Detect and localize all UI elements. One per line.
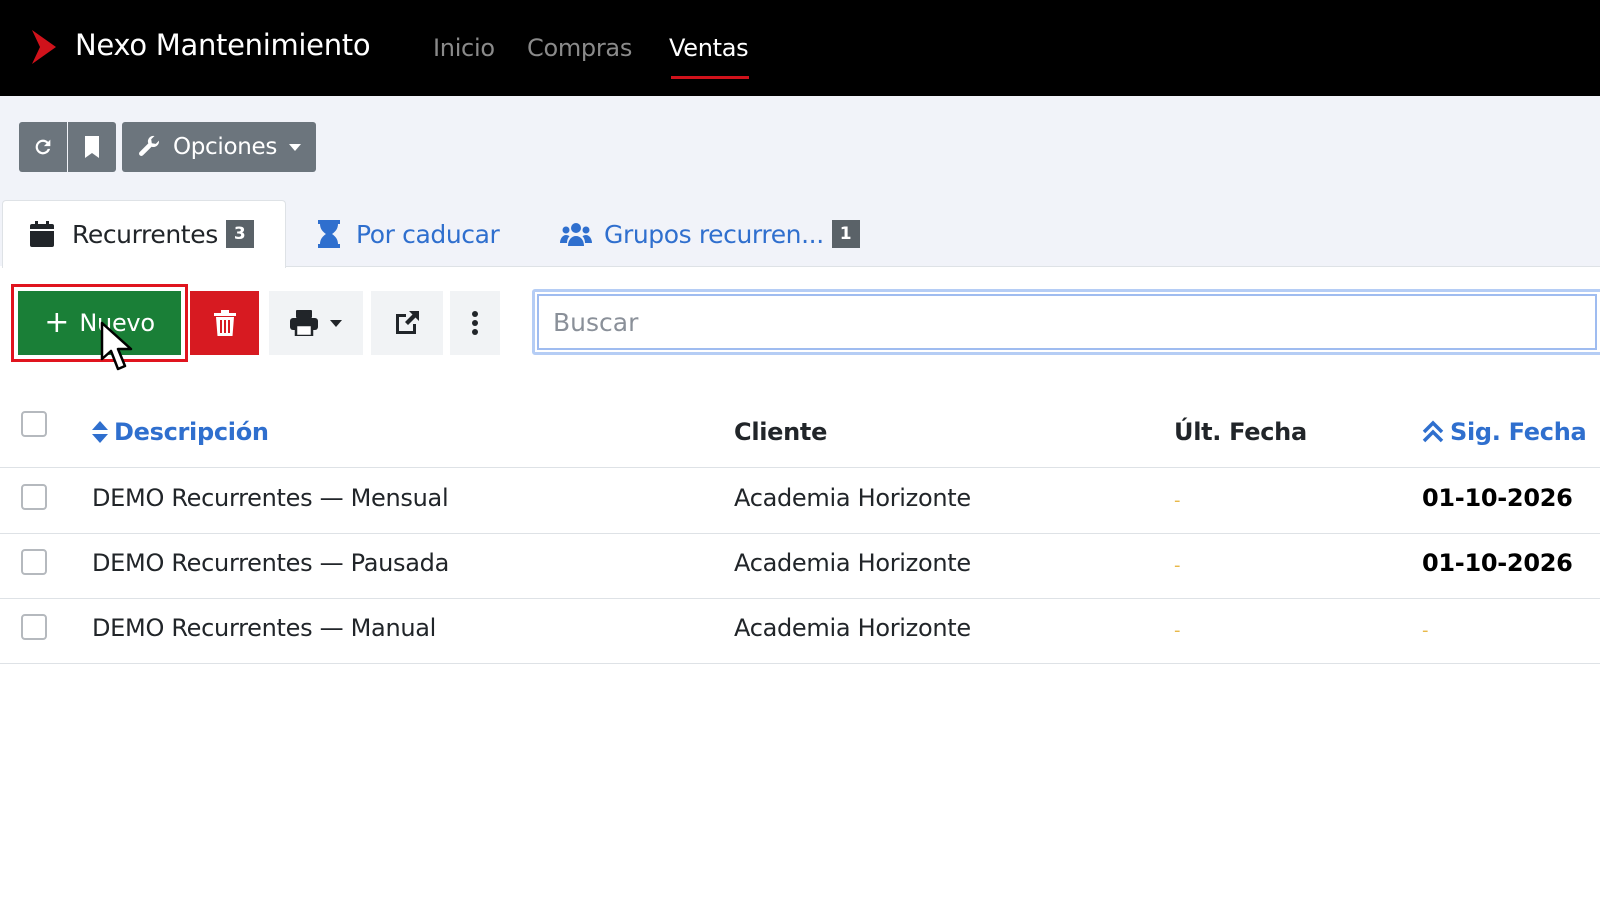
plus-icon: + [44,305,70,340]
row-cliente: Academia Horizonte [734,549,971,577]
delete-button[interactable] [190,291,259,355]
print-icon [290,310,318,336]
row-divider [0,663,1600,664]
row-divider [0,533,1600,534]
tab-grupos-recurrentes[interactable]: Grupos recurren... 1 [560,212,860,256]
row-ult-fecha: - [1174,620,1181,641]
tab-recurrentes-label: Recurrentes [72,219,218,249]
sort-up-icon [1422,420,1444,443]
external-link-icon [396,311,419,334]
row-divider [0,598,1600,599]
column-header-sig-fecha[interactable]: Sig. Fecha [1422,418,1587,446]
refresh-icon [35,139,51,155]
caret-down-icon [289,143,302,151]
trash-icon [213,310,236,336]
tab-grupos-badge: 1 [831,220,860,248]
refresh-button[interactable] [19,122,67,172]
row-descripcion[interactable]: DEMO Recurrentes — Pausada [92,549,449,577]
tab-recurrentes[interactable]: Recurrentes 3 [30,212,254,256]
header-divider [0,467,1600,468]
tab-recurrentes-badge: 3 [225,220,254,248]
calendar-icon [30,221,54,247]
tabs-divider [286,266,1600,267]
nav-inicio[interactable]: Inicio [433,34,495,62]
row-cliente: Academia Horizonte [734,614,971,642]
row-sig-fecha: 01-10-2026 [1422,484,1573,512]
row-sig-fecha: - [1422,620,1429,641]
row-ult-fecha: - [1174,490,1181,511]
column-header-sig-fecha-label: Sig. Fecha [1450,418,1587,446]
row-checkbox[interactable] [21,484,47,510]
print-dropdown-button[interactable] [269,291,363,355]
row-cliente: Academia Horizonte [734,484,971,512]
row-checkbox[interactable] [21,614,47,640]
options-label: Opciones [172,134,278,160]
tab-por-caducar-label: Por caducar [356,219,500,249]
sort-icon [92,421,108,443]
row-descripcion[interactable]: DEMO Recurrentes — Mensual [92,484,449,512]
row-checkbox[interactable] [21,549,47,575]
more-vertical-icon [472,311,478,335]
bookmark-icon [85,136,99,158]
nav-compras[interactable]: Compras [527,34,632,62]
tab-por-caducar[interactable]: Por caducar [318,212,500,256]
app-name[interactable]: Nexo Mantenimiento [75,28,371,62]
top-navbar: Nexo Mantenimiento Inicio Compras Ventas [0,0,1600,96]
bookmark-button[interactable] [68,122,116,172]
row-descripcion[interactable]: DEMO Recurrentes — Manual [92,614,436,642]
select-all-checkbox[interactable] [21,411,47,437]
search-input[interactable] [537,294,1597,350]
caret-down-icon [330,319,342,327]
nav-ventas[interactable]: Ventas [669,34,749,62]
hourglass-icon [318,220,340,248]
chevron-right-icon [32,30,56,64]
column-header-cliente[interactable]: Cliente [734,418,827,446]
wrench-icon [138,135,159,156]
options-dropdown-button[interactable]: Opciones [122,122,316,172]
tab-grupos-label: Grupos recurren... [604,219,824,249]
users-icon [560,223,592,246]
column-header-ult-fecha[interactable]: Últ. Fecha [1174,418,1307,446]
row-sig-fecha: 01-10-2026 [1422,549,1573,577]
more-options-button[interactable] [450,291,500,355]
search-box [532,289,1600,355]
column-header-descripcion-label: Descripción [114,418,269,446]
row-ult-fecha: - [1174,555,1181,576]
export-button[interactable] [371,291,443,355]
mouse-pointer-icon [100,321,133,371]
nav-active-indicator [671,76,749,79]
column-header-descripcion[interactable]: Descripción [92,418,269,446]
